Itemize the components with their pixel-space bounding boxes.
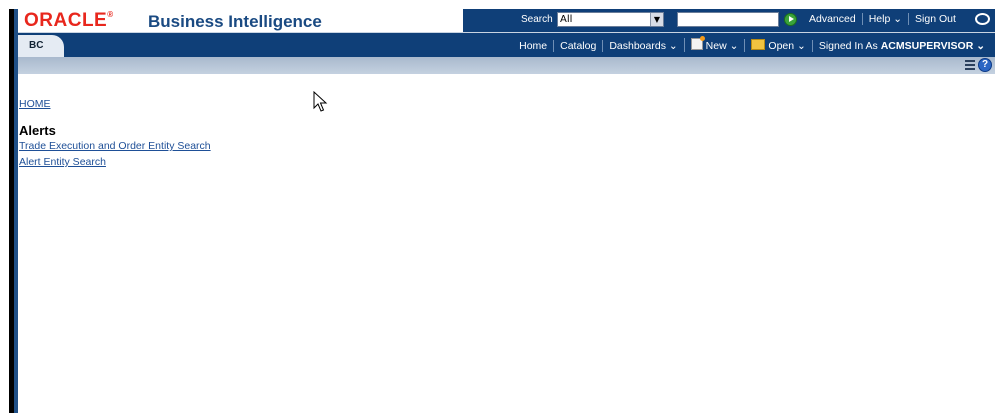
folder-icon bbox=[751, 39, 766, 50]
sign-out-link[interactable]: Sign Out bbox=[908, 13, 962, 25]
chevron-down-icon[interactable]: ▼ bbox=[650, 13, 663, 26]
nav-home[interactable]: Home bbox=[513, 40, 553, 52]
nav-open-label: Open ⌄ bbox=[768, 40, 806, 52]
nav-open[interactable]: Open ⌄ bbox=[744, 39, 811, 52]
page-toolbar: ? bbox=[18, 57, 995, 74]
trade-execution-search-link[interactable]: Trade Execution and Order Entity Search bbox=[19, 140, 211, 152]
search-scope-select[interactable]: All ▼ bbox=[557, 12, 664, 27]
product-title: Business Intelligence bbox=[148, 12, 322, 31]
mouse-cursor-icon bbox=[313, 91, 328, 112]
search-scope-value: All bbox=[560, 14, 573, 25]
search-label: Search bbox=[521, 14, 553, 25]
nav-dashboards[interactable]: Dashboards ⌄ bbox=[602, 40, 683, 52]
alerts-section-title: Alerts bbox=[19, 123, 56, 138]
sign-out-icon[interactable] bbox=[975, 13, 990, 25]
nav-new-label: New ⌄ bbox=[705, 40, 739, 52]
signed-in-user[interactable]: Signed In As ACMSUPERVISOR ⌄ bbox=[811, 40, 991, 52]
search-go-icon[interactable] bbox=[784, 13, 797, 26]
help-icon[interactable]: ? bbox=[978, 58, 992, 72]
breadcrumb-home-link[interactable]: HOME bbox=[19, 98, 51, 110]
page-options-icon[interactable] bbox=[965, 60, 975, 70]
nav-links: Home Catalog Dashboards ⌄ New ⌄ Open ⌄ Signed… bbox=[513, 36, 991, 52]
bi-application: ORACLE® Business Intelligence Search All… bbox=[18, 9, 995, 413]
signed-in-prefix: Signed In As bbox=[818, 40, 878, 52]
search-input[interactable] bbox=[677, 12, 779, 27]
tab-bc[interactable]: BC bbox=[18, 35, 64, 57]
alert-entity-search-link[interactable]: Alert Entity Search bbox=[19, 156, 106, 168]
advanced-search-link[interactable]: Advanced bbox=[803, 13, 862, 25]
global-search-bar: Search All ▼ Advanced Help ⌄ Sign Out bbox=[463, 9, 995, 32]
signed-in-username: ACMSUPERVISOR ⌄ bbox=[880, 40, 985, 52]
oracle-logo: ORACLE® bbox=[24, 10, 114, 31]
top-header: ORACLE® Business Intelligence Search All… bbox=[18, 9, 995, 33]
new-document-icon bbox=[690, 36, 705, 50]
document-text-strip bbox=[0, 0, 995, 9]
help-menu[interactable]: Help ⌄ bbox=[861, 13, 908, 25]
nav-new[interactable]: New ⌄ bbox=[683, 36, 745, 52]
header-links: Advanced Help ⌄ Sign Out bbox=[803, 13, 962, 29]
global-nav-bar: BC Home Catalog Dashboards ⌄ New ⌄ Open ⌄ Sig… bbox=[18, 33, 995, 57]
nav-catalog[interactable]: Catalog bbox=[553, 40, 602, 52]
dashboard-content: HOME Alerts Trade Execution and Order En… bbox=[18, 74, 995, 413]
